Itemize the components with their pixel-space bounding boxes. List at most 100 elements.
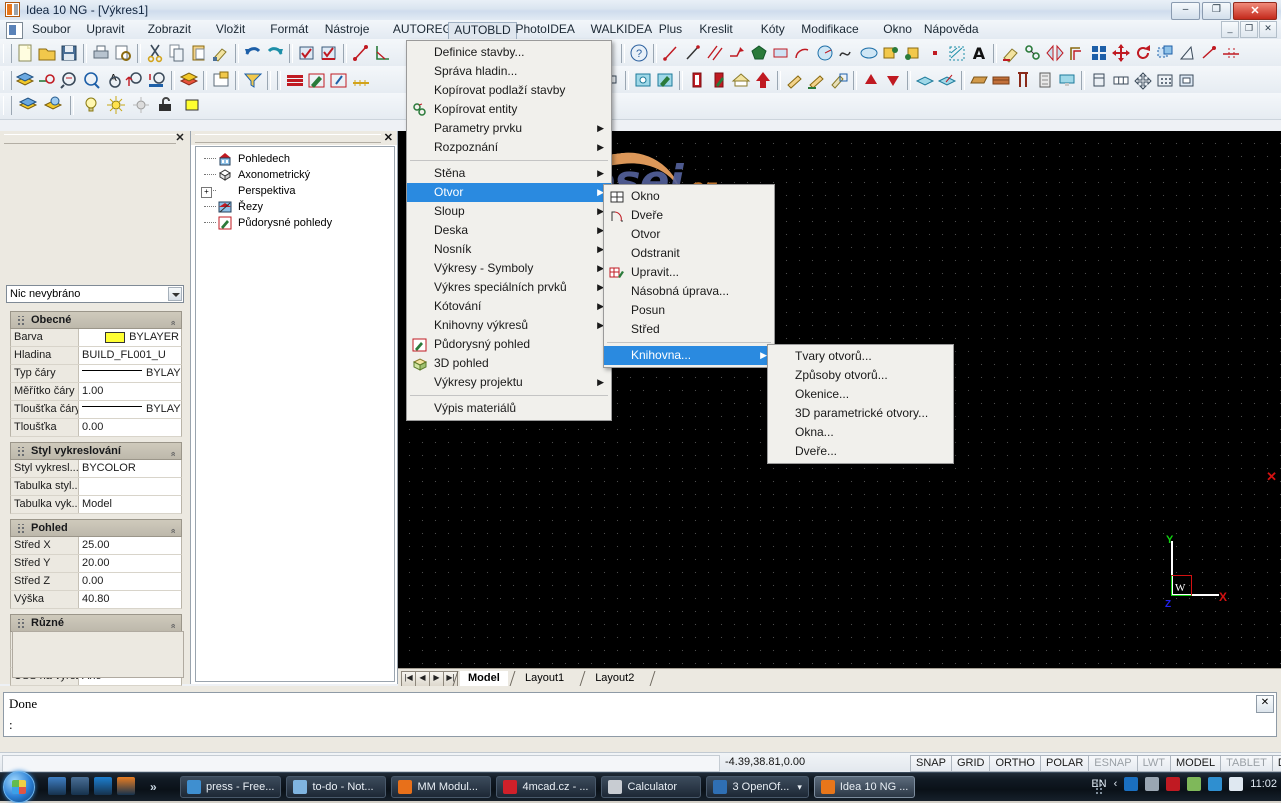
slab-icon[interactable] — [914, 69, 936, 91]
properties-section-header[interactable]: Styl vykreslování» — [10, 442, 182, 460]
property-row[interactable]: Měřítko čáry1.00 — [10, 383, 182, 401]
menu-option[interactable]: Posun — [604, 301, 774, 320]
scale-icon[interactable] — [1154, 42, 1176, 64]
properties-panel-grip[interactable] — [4, 134, 176, 144]
menu-item-nástroje[interactable]: Nástroje — [319, 22, 376, 37]
spline-icon[interactable] — [836, 42, 858, 64]
layer-lock-icon[interactable] — [155, 94, 177, 116]
taskbar-button[interactable]: to-do - Not... — [286, 776, 386, 798]
roof-slope-icon[interactable] — [784, 69, 806, 91]
property-row[interactable]: Styl vykresl...BYCOLOR — [10, 460, 182, 478]
copy-icon[interactable] — [166, 42, 188, 64]
layout-tab-layout1[interactable]: Layout1 — [517, 671, 572, 686]
mirror-icon[interactable] — [1044, 42, 1066, 64]
status-toggle-ortho[interactable]: ORTHO — [990, 755, 1041, 772]
lengthen-icon[interactable] — [1198, 42, 1220, 64]
point-icon[interactable] — [924, 42, 946, 64]
undo-icon[interactable] — [242, 42, 264, 64]
menu-option[interactable]: Okna... — [768, 423, 953, 442]
trim-icon[interactable] — [1220, 42, 1242, 64]
properties-section-header[interactable]: Obecné» — [10, 311, 182, 329]
wall-modify-icon[interactable] — [328, 69, 350, 91]
polyline-icon[interactable] — [726, 42, 748, 64]
maximize-button[interactable]: ❐ — [1202, 2, 1231, 20]
line-icon[interactable] — [660, 42, 682, 64]
layer-on-icon[interactable] — [80, 94, 102, 116]
layout-nav-button-1[interactable]: ◀ — [415, 671, 430, 687]
status-toggle-esnap[interactable]: ESNAP — [1089, 755, 1137, 772]
command-input[interactable]: : — [3, 714, 1277, 737]
toolbar-grip[interactable] — [3, 96, 12, 115]
layout-nav-button-0[interactable]: |◀ — [401, 671, 416, 687]
layer-color-swatch[interactable] — [181, 94, 203, 116]
menu-option[interactable]: Kopírovat podlaží stavby — [407, 81, 611, 100]
rotate-icon[interactable] — [1132, 42, 1154, 64]
render-icon[interactable] — [178, 69, 200, 91]
mdi-restore-button[interactable]: ❐ — [1240, 21, 1258, 38]
door-edit-icon[interactable] — [708, 69, 730, 91]
tree-panel-close-icon[interactable]: ✕ — [384, 131, 393, 144]
property-row[interactable]: Tloušťka0.00 — [10, 419, 182, 437]
menu-item-formát[interactable]: Formát — [264, 22, 314, 37]
minimize-button[interactable]: – — [1171, 2, 1200, 20]
level-up-icon[interactable] — [860, 69, 882, 91]
taskbar-button[interactable]: Calculator — [601, 776, 701, 798]
layout-nav-button-2[interactable]: ▶ — [429, 671, 444, 687]
chevron-down-icon-sel[interactable] — [168, 287, 182, 301]
menu-option[interactable]: Upravit... — [604, 263, 774, 282]
menu-item-plus[interactable]: Plus — [653, 22, 688, 37]
taskbar-button[interactable]: 3 OpenOf...▾ — [706, 776, 808, 798]
stretch-icon[interactable] — [1176, 42, 1198, 64]
menu-option[interactable]: Knihovny výkresů▶ — [407, 316, 611, 335]
menu-option[interactable]: Otvor▶ — [407, 183, 611, 202]
chevron-up-icon[interactable]: » — [164, 451, 180, 456]
show-desktop-icon[interactable] — [48, 777, 66, 795]
offset-icon[interactable] — [1066, 42, 1088, 64]
zoom-previous-icon[interactable] — [58, 69, 80, 91]
command-close-icon[interactable]: ✕ — [1256, 695, 1274, 713]
quick-launch-overflow-icon[interactable]: » — [150, 780, 157, 794]
menu-item-nápověda[interactable]: Nápověda — [918, 22, 985, 37]
menu-option[interactable]: Otvor — [604, 225, 774, 244]
paste-icon[interactable] — [188, 42, 210, 64]
menu-option[interactable]: 3D parametrické otvory... — [768, 404, 953, 423]
foundation-icon[interactable] — [1034, 69, 1056, 91]
text-icon[interactable]: A — [968, 42, 990, 64]
column-icon[interactable] — [1012, 69, 1034, 91]
menu-item-kóty[interactable]: Kóty — [755, 22, 791, 37]
zoom-realtime-icon[interactable] — [80, 69, 102, 91]
menu-option[interactable]: Tvary otvorů... — [768, 347, 953, 366]
block-insert-icon[interactable] — [880, 42, 902, 64]
menu-option[interactable]: Střed — [604, 320, 774, 339]
roof-edit-icon[interactable] — [828, 69, 850, 91]
start-button[interactable] — [3, 771, 35, 803]
status-toggle-tablet[interactable]: TABLET — [1221, 755, 1273, 772]
menu-option[interactable]: Výkres speciálních prvků▶ — [407, 278, 611, 297]
hatch-icon[interactable] — [946, 42, 968, 64]
network-tray-icon[interactable] — [1145, 777, 1159, 791]
move-icon[interactable] — [1110, 42, 1132, 64]
check-table-icon[interactable] — [318, 42, 340, 64]
tree-panel-grip[interactable] — [195, 134, 381, 143]
menu-option[interactable]: Definice stavby... — [407, 43, 611, 62]
chevron-up-icon[interactable]: » — [164, 528, 180, 533]
tree-node[interactable]: +Perspektiva — [196, 183, 394, 199]
redo-icon[interactable] — [264, 42, 286, 64]
task-group-arrow-icon[interactable]: ▾ — [797, 782, 802, 793]
property-row[interactable]: Tabulka styl... — [10, 478, 182, 496]
level-down-icon[interactable] — [882, 69, 904, 91]
property-row[interactable]: Typ čáryBYLAYE — [10, 365, 182, 383]
cut-icon[interactable] — [144, 42, 166, 64]
status-toggle-polar[interactable]: POLAR — [1041, 755, 1089, 772]
tray-language[interactable]: EN — [1091, 778, 1106, 790]
command-history[interactable]: Done ✕ — [3, 692, 1277, 716]
property-row[interactable]: Střed Y20.00 — [10, 555, 182, 573]
check-blue-icon[interactable] — [296, 42, 318, 64]
new-file-icon[interactable] — [14, 42, 36, 64]
menu-option[interactable]: Okno — [604, 187, 774, 206]
tree-node[interactable]: Řezy — [196, 199, 394, 215]
help-icon[interactable]: ? — [628, 42, 650, 64]
menu-option[interactable]: Způsoby otvorů... — [768, 366, 953, 385]
layer-freeze-icon[interactable] — [105, 94, 127, 116]
mdi-close-button[interactable]: ✕ — [1259, 21, 1277, 38]
